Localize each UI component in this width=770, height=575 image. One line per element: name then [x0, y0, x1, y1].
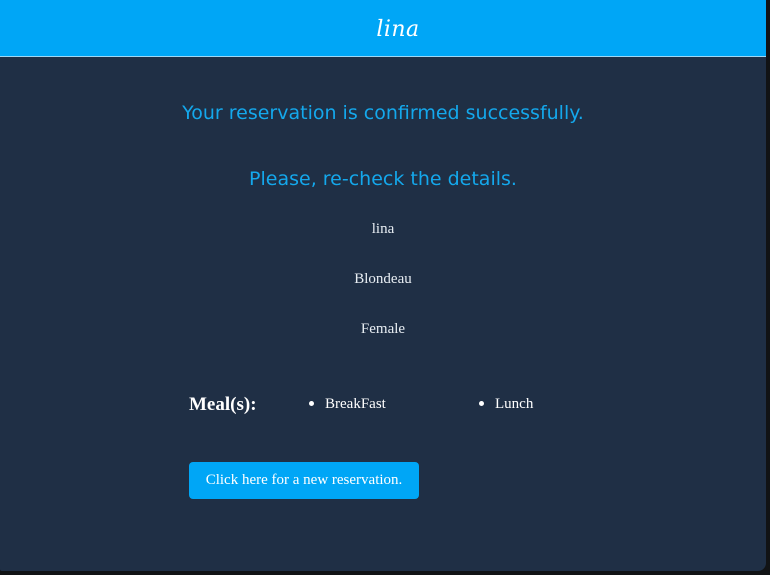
- detail-gender: Female: [360, 321, 406, 337]
- new-reservation-button[interactable]: Click here for a new reservation.: [189, 462, 419, 499]
- meals-label: Meal(s):: [189, 394, 257, 415]
- detail-first-name: lina: [371, 221, 395, 237]
- bullet-icon: [479, 401, 484, 407]
- detail-last-name: Blondeau: [354, 271, 412, 287]
- meal-item-label: BreakFast: [325, 396, 386, 412]
- bullet-icon: [309, 401, 314, 407]
- top-header: lina: [0, 0, 766, 57]
- meal-item-lunch: Lunch: [479, 396, 533, 413]
- confirmation-title: Your reservation is confirmed successful…: [182, 102, 584, 124]
- meal-item-label: Lunch: [495, 396, 534, 412]
- meal-item-breakfast: BreakFast: [309, 396, 386, 413]
- confirmation-subtitle: Please, re-check the details.: [249, 168, 517, 190]
- brand-logo[interactable]: lina: [376, 17, 419, 42]
- app-window: lina Your reservation is confirmed succe…: [0, 0, 766, 571]
